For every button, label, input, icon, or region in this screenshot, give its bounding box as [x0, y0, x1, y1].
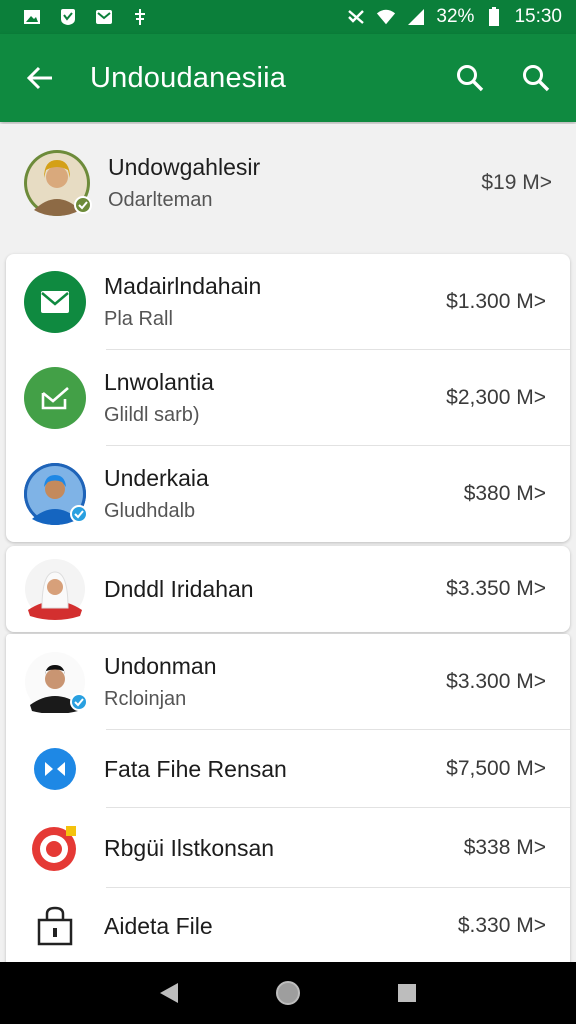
avatar: [24, 558, 86, 620]
list-item[interactable]: Madairlndahain Pla Rall $1.300 M>: [6, 254, 570, 350]
item-title: Aideta File: [104, 912, 213, 939]
item-amount: $7,500 M>: [446, 757, 546, 780]
search-icon: [457, 65, 484, 92]
list-item[interactable]: Dnddl Iridahan $3.350 M>: [6, 546, 570, 632]
item-title: Rbgüi Ilstkonsan: [104, 834, 275, 861]
home-circle-icon: [275, 981, 300, 1005]
avatar: [24, 150, 92, 216]
list-item[interactable]: Underkaia Gludhdalb $380 M>: [6, 446, 570, 542]
profile-name: Undowgahlesir: [108, 154, 261, 180]
item-amount: $380 M>: [463, 482, 546, 505]
item-title: Dnddl Iridahan: [104, 575, 254, 602]
item-title: Madairlndahain: [104, 273, 262, 299]
signal-icon: [406, 8, 426, 26]
transactions-card-3: Undonman Rcloinjan $3.300 M> Fata Fihe R…: [6, 634, 570, 964]
item-subtitle: Gludhdalb: [104, 500, 196, 522]
bowtie-icon: [24, 738, 86, 800]
list-item[interactable]: Undonman Rcloinjan $3.300 M>: [6, 634, 570, 730]
search-button[interactable]: [448, 56, 492, 100]
profile-subtitle: Odarlteman: [108, 189, 213, 211]
target-icon: [24, 817, 86, 879]
lock-icon: [24, 895, 86, 957]
list-item[interactable]: Rbgüi Ilstkonsan $338 M>: [6, 808, 570, 888]
transactions-card-1: Madairlndahain Pla Rall $1.300 M> Lnwola…: [6, 254, 570, 542]
edit-mail-icon: [24, 367, 86, 429]
system-nav-bar: [0, 962, 576, 1024]
android-icon: [130, 8, 150, 26]
item-title: Undonman: [104, 653, 217, 679]
item-amount: $3.300 M>: [446, 670, 546, 693]
mail-icon: [24, 271, 86, 333]
item-subtitle: Pla Rall: [104, 308, 173, 330]
profile-amount: $19 M>: [481, 171, 552, 194]
search-button-2[interactable]: [514, 56, 558, 100]
item-title: Lnwolantia: [104, 369, 214, 395]
wifi-icon: [376, 8, 396, 26]
list-item[interactable]: Lnwolantia Glildl sarb) $2,300 M>: [6, 350, 570, 446]
back-triangle-icon: [160, 983, 179, 1003]
battery-icon: [484, 7, 504, 26]
item-title: Fata Fihe Rensan: [104, 755, 287, 782]
list-item[interactable]: Aideta File $.330 M>: [6, 888, 570, 964]
item-subtitle: Rcloinjan: [104, 688, 187, 710]
verified-badge-icon: [70, 505, 88, 523]
nav-home-button[interactable]: [268, 973, 308, 1013]
item-amount: $3.350 M>: [446, 577, 546, 600]
page-title: Undoudanesiia: [90, 61, 287, 94]
transactions-card-2: Dnddl Iridahan $3.350 M>: [6, 546, 570, 632]
shield-icon: [58, 8, 78, 26]
app-bar: Undoudanesiia: [0, 34, 576, 122]
avatar: [24, 651, 88, 713]
verified-badge-icon: [70, 693, 88, 711]
avatar: [24, 463, 88, 525]
item-amount: $.330 M>: [457, 914, 546, 937]
mute-icon: [346, 8, 366, 26]
item-amount: $2,300 M>: [446, 386, 546, 409]
image-icon: [22, 8, 42, 26]
profile-header[interactable]: Undowgahlesir Odarlteman $19 M>: [0, 124, 576, 242]
recents-square-icon: [397, 984, 416, 1002]
item-amount: $338 M>: [463, 836, 546, 859]
status-bar: 32% 15:30: [0, 0, 576, 34]
verified-badge-icon: [74, 196, 92, 214]
back-button[interactable]: [18, 56, 62, 100]
item-amount: $1.300 M>: [446, 290, 546, 313]
nav-back-button[interactable]: [149, 973, 189, 1013]
item-subtitle: Glildl sarb): [104, 404, 200, 426]
arrow-back-icon: [26, 66, 52, 90]
battery-percent: 32%: [436, 6, 475, 27]
clock: 15:30: [514, 6, 562, 27]
search-icon: [523, 65, 550, 92]
mail-icon: [94, 8, 114, 26]
list-item[interactable]: Fata Fihe Rensan $7,500 M>: [6, 730, 570, 808]
item-title: Underkaia: [104, 465, 209, 491]
nav-recents-button[interactable]: [387, 973, 427, 1013]
